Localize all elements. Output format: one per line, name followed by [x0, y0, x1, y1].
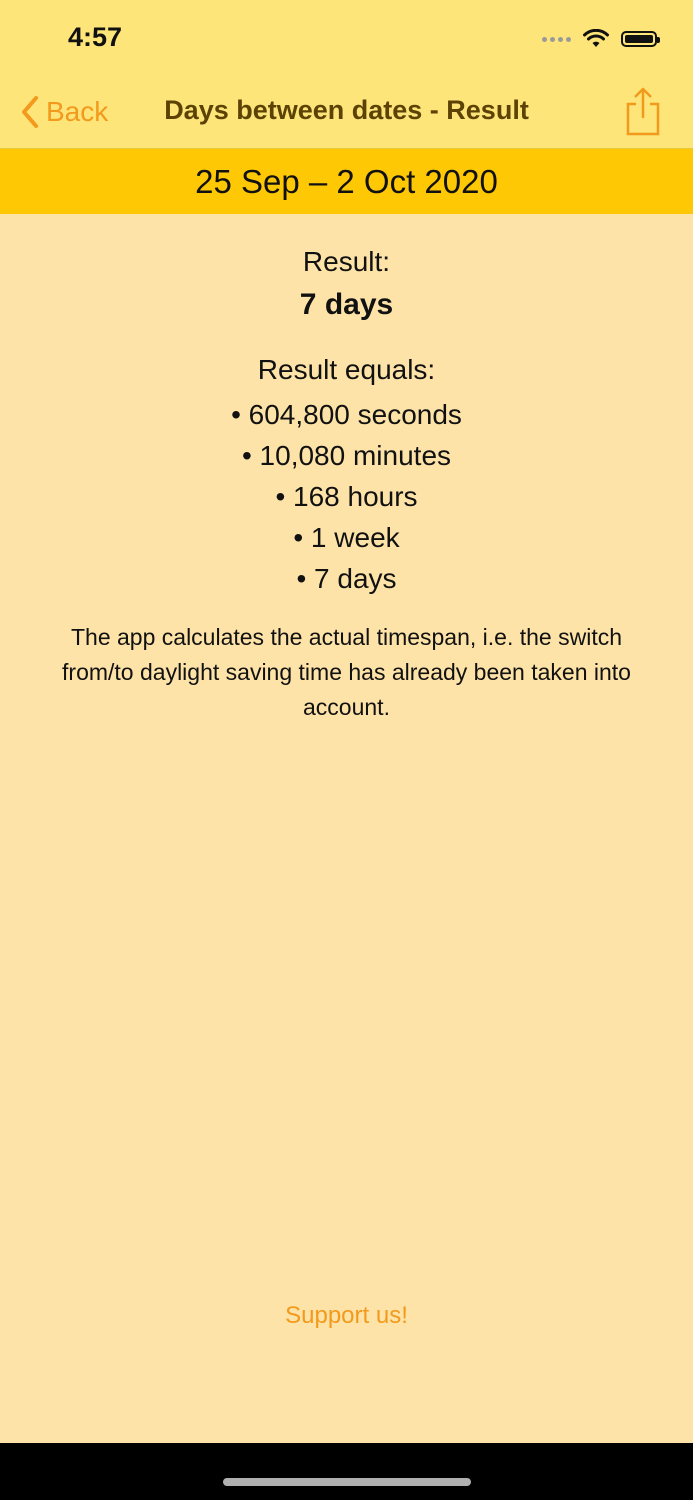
battery-icon [621, 31, 660, 47]
bottom-bar [0, 1443, 693, 1500]
date-range-header: 25 Sep – 2 Oct 2020 [0, 149, 693, 214]
dst-note: The app calculates the actual timespan, … [62, 624, 631, 720]
navigation-bar: Back Days between dates - Result [0, 78, 693, 149]
result-content: Result: 7 days Result equals: • 604,800 … [30, 214, 663, 1443]
result-equals-list: • 604,800 seconds • 10,080 minutes • 168… [30, 394, 663, 599]
result-equals-label: Result equals: [257, 354, 436, 385]
result-value: 7 days [299, 288, 394, 321]
support-us-link[interactable]: Support us! [30, 1302, 663, 1330]
list-item: • 10,080 minutes [241, 440, 452, 471]
cellular-signal-icon [542, 36, 571, 42]
list-item: • 7 days [296, 563, 397, 594]
result-label: Result: [302, 246, 391, 277]
list-item: • 168 hours [275, 481, 418, 512]
list-item: • 604,800 seconds [231, 399, 462, 430]
wifi-icon [583, 29, 609, 47]
home-indicator[interactable] [223, 1478, 471, 1486]
status-icons [542, 26, 660, 52]
share-button[interactable] [623, 86, 663, 136]
share-icon [626, 87, 660, 136]
status-bar: 4:57 [0, 0, 693, 78]
status-time: 4:57 [68, 22, 123, 52]
list-item: • 1 week [293, 522, 400, 553]
page-title: Days between dates - Result [164, 95, 529, 125]
